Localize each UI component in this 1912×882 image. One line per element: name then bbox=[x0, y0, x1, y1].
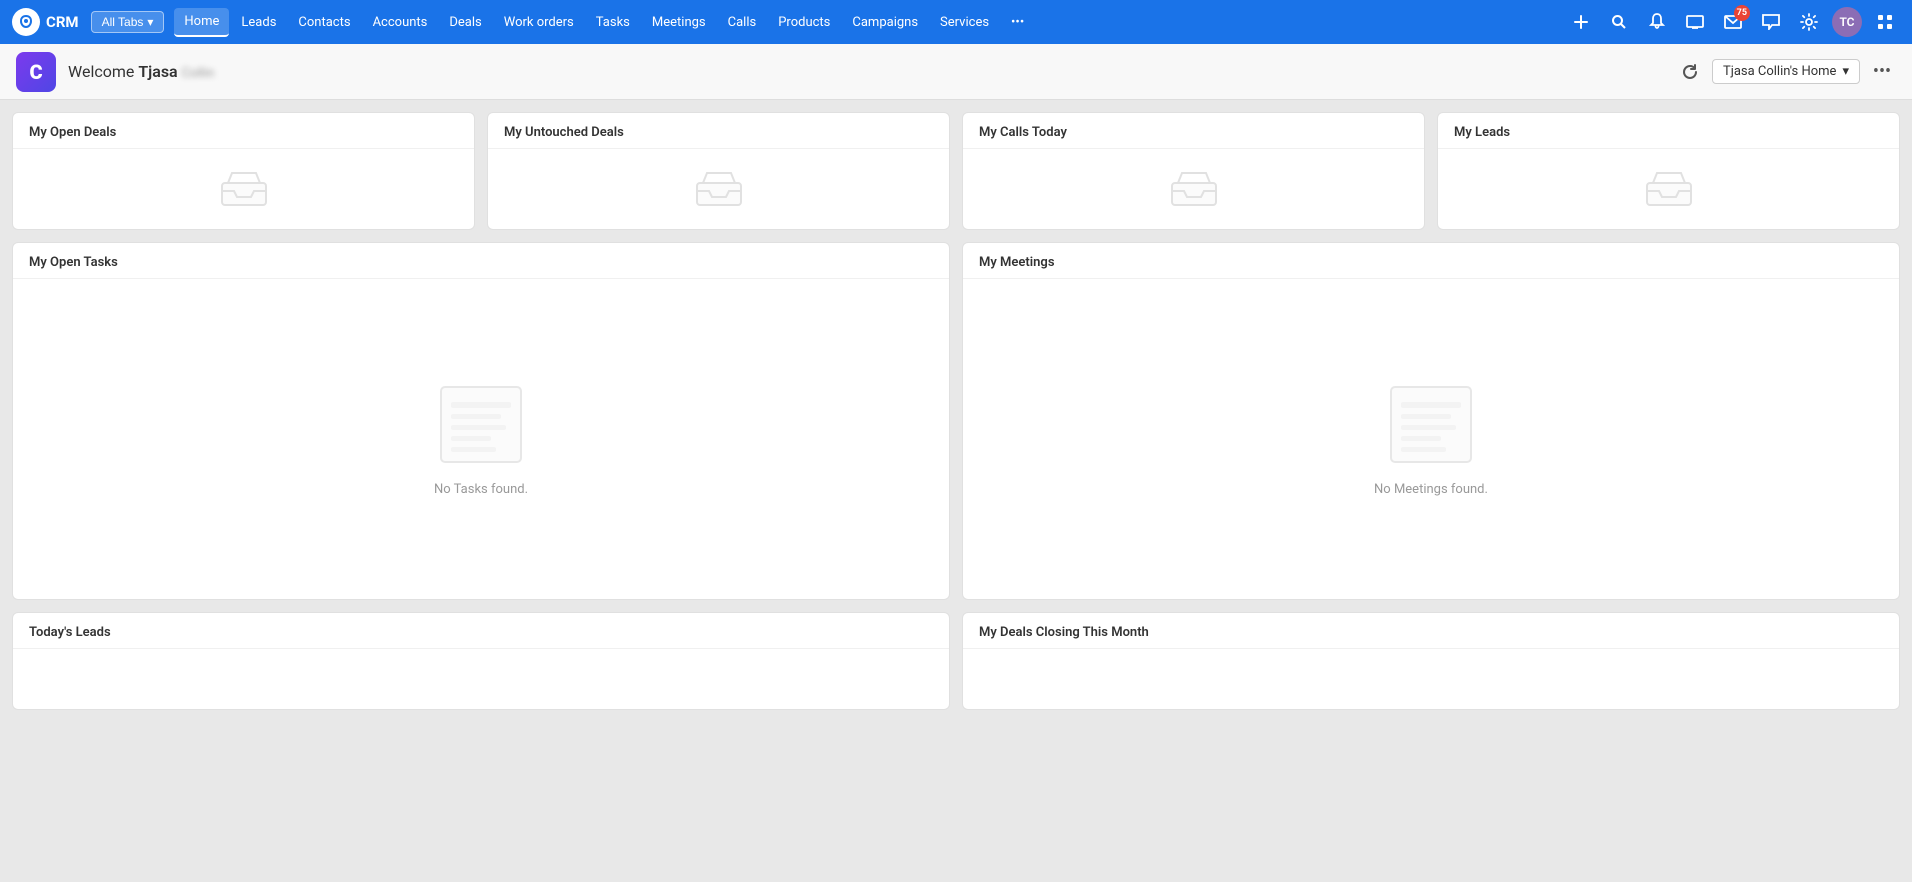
crm-logo[interactable]: CRM bbox=[12, 8, 79, 36]
top-navigation: CRM All Tabs ▾ Home Leads Contacts Accou… bbox=[0, 0, 1912, 44]
app-logo: C bbox=[16, 52, 56, 92]
widget-calls-today-title: My Calls Today bbox=[963, 113, 1424, 149]
grid-button[interactable] bbox=[1870, 7, 1900, 37]
all-tabs-button[interactable]: All Tabs ▾ bbox=[91, 11, 165, 33]
widget-untouched-deals: My Untouched Deals bbox=[487, 112, 950, 230]
chevron-down-icon: ▾ bbox=[1842, 64, 1849, 79]
settings-button[interactable] bbox=[1794, 7, 1824, 37]
home-selector-label: Tjasa Collin's Home bbox=[1723, 64, 1837, 79]
empty-inbox-icon-2 bbox=[695, 171, 743, 207]
nav-item-campaigns[interactable]: Campaigns bbox=[842, 9, 928, 36]
chevron-down-icon: ▾ bbox=[147, 15, 153, 29]
crm-logo-icon bbox=[12, 8, 40, 36]
search-button[interactable] bbox=[1604, 7, 1634, 37]
widget-open-deals: My Open Deals bbox=[12, 112, 475, 230]
widget-deals-closing-title: My Deals Closing This Month bbox=[963, 613, 1899, 649]
middle-widget-row: My Open Tasks No Tasks found. My Meeting… bbox=[12, 242, 1900, 600]
empty-doc-icon-2 bbox=[1381, 382, 1481, 472]
notifications-button[interactable] bbox=[1642, 7, 1672, 37]
nav-item-deals[interactable]: Deals bbox=[439, 9, 491, 36]
widget-open-deals-title: My Open Deals bbox=[13, 113, 474, 149]
email-button[interactable]: 75 bbox=[1718, 7, 1748, 37]
nav-item-products[interactable]: Products bbox=[768, 9, 840, 36]
meetings-empty-text: No Meetings found. bbox=[1374, 482, 1488, 497]
nav-item-contacts[interactable]: Contacts bbox=[288, 9, 360, 36]
empty-inbox-icon-4 bbox=[1645, 171, 1693, 207]
nav-item-leads[interactable]: Leads bbox=[231, 9, 286, 36]
widget-open-tasks-body: No Tasks found. bbox=[13, 279, 949, 599]
widget-my-leads-title: My Leads bbox=[1438, 113, 1899, 149]
welcome-prefix: Welcome bbox=[68, 62, 134, 81]
nav-right-actions: 75 TC bbox=[1566, 7, 1900, 37]
top-widget-row: My Open Deals My Untouched Deals bbox=[12, 112, 1900, 230]
widget-deals-closing: My Deals Closing This Month bbox=[962, 612, 1900, 710]
nav-item-home[interactable]: Home bbox=[174, 8, 229, 37]
open-tasks-empty-text: No Tasks found. bbox=[434, 482, 528, 497]
widget-untouched-deals-title: My Untouched Deals bbox=[488, 113, 949, 149]
chat-button[interactable] bbox=[1756, 7, 1786, 37]
email-badge: 75 bbox=[1734, 5, 1750, 21]
widget-todays-leads-title: Today's Leads bbox=[13, 613, 949, 649]
widget-untouched-deals-body bbox=[488, 149, 949, 229]
crm-logo-text: CRM bbox=[46, 13, 79, 31]
home-selector[interactable]: Tjasa Collin's Home ▾ bbox=[1712, 59, 1860, 84]
nav-item-meetings[interactable]: Meetings bbox=[642, 9, 716, 36]
username: Tjasa bbox=[138, 62, 181, 81]
bottom-widget-row: Today's Leads My Deals Closing This Mont… bbox=[12, 612, 1900, 710]
nav-item-accounts[interactable]: Accounts bbox=[363, 9, 438, 36]
header-right: Tjasa Collin's Home ▾ ••• bbox=[1676, 58, 1896, 86]
header-more-button[interactable]: ••• bbox=[1868, 58, 1896, 86]
widget-calls-today-body bbox=[963, 149, 1424, 229]
empty-doc-icon bbox=[431, 382, 531, 472]
widget-calls-today: My Calls Today bbox=[962, 112, 1425, 230]
nav-item-services[interactable]: Services bbox=[930, 9, 999, 36]
header-bar: C Welcome Tjasa Collin Tjasa Collin's Ho… bbox=[0, 44, 1912, 100]
nav-item-more[interactable]: ••• bbox=[1001, 9, 1034, 36]
main-content: My Open Deals My Untouched Deals bbox=[0, 100, 1912, 882]
empty-inbox-icon bbox=[220, 171, 268, 207]
widget-todays-leads-body bbox=[13, 649, 949, 709]
widget-open-tasks: My Open Tasks No Tasks found. bbox=[12, 242, 950, 600]
main-scroll[interactable]: My Open Deals My Untouched Deals bbox=[0, 100, 1912, 882]
avatar[interactable]: TC bbox=[1832, 7, 1862, 37]
widget-open-deals-body bbox=[13, 149, 474, 229]
widget-meetings-body: No Meetings found. bbox=[963, 279, 1899, 599]
widget-my-leads: My Leads bbox=[1437, 112, 1900, 230]
widget-todays-leads: Today's Leads bbox=[12, 612, 950, 710]
username-blurred: Collin bbox=[182, 66, 215, 81]
widget-my-leads-body bbox=[1438, 149, 1899, 229]
nav-item-tasks[interactable]: Tasks bbox=[586, 9, 640, 36]
refresh-button[interactable] bbox=[1676, 58, 1704, 86]
widget-deals-closing-body bbox=[963, 649, 1899, 709]
welcome-message: Welcome Tjasa Collin bbox=[68, 62, 214, 81]
empty-inbox-icon-3 bbox=[1170, 171, 1218, 207]
widget-open-tasks-title: My Open Tasks bbox=[13, 243, 949, 279]
widget-meetings: My Meetings No Meetings found. bbox=[962, 242, 1900, 600]
widget-meetings-title: My Meetings bbox=[963, 243, 1899, 279]
nav-item-workorders[interactable]: Work orders bbox=[494, 9, 584, 36]
nav-items: Home Leads Contacts Accounts Deals Work … bbox=[174, 8, 1562, 37]
screen-button[interactable] bbox=[1680, 7, 1710, 37]
add-button[interactable] bbox=[1566, 7, 1596, 37]
nav-item-calls[interactable]: Calls bbox=[718, 9, 767, 36]
